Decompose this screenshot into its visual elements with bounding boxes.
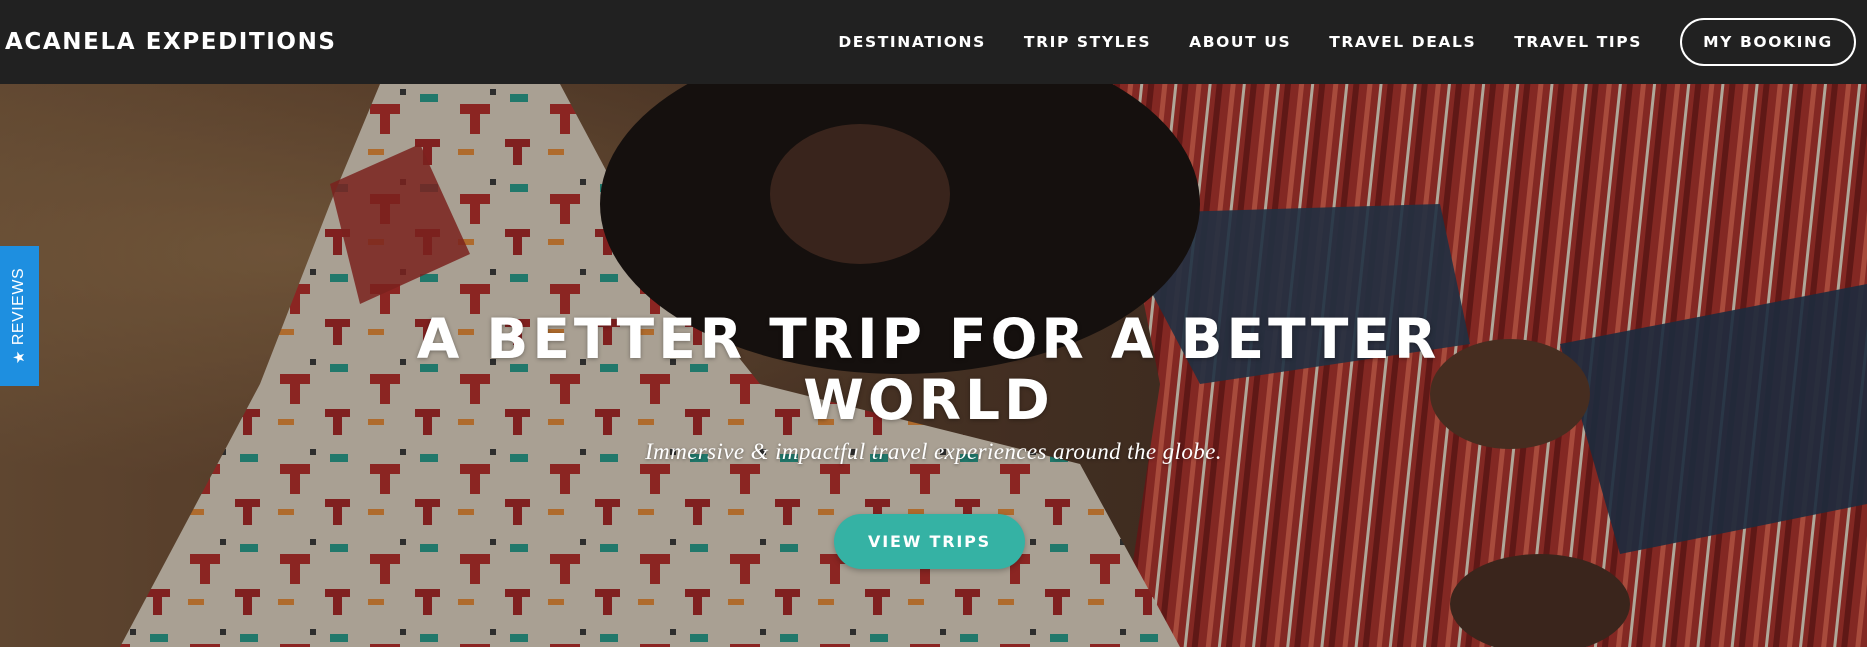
hero-subtitle: Immersive & impactful travel experiences…: [645, 439, 1222, 464]
page: ACANELA EXPEDITIONS DESTINATIONS TRIP ST…: [0, 0, 1867, 647]
hero-title: A BETTER TRIP FOR A BETTER WORLD: [416, 307, 1441, 432]
reviews-tab-content: ★ REVIEWS: [11, 268, 29, 364]
nav-destinations[interactable]: DESTINATIONS: [838, 33, 986, 51]
nav-trip-styles[interactable]: TRIP STYLES: [1024, 33, 1151, 51]
hero-section: A BETTER TRIP FOR A BETTER WORLD Immersi…: [0, 84, 1867, 647]
my-booking-button[interactable]: MY BOOKING: [1680, 18, 1856, 66]
view-trips-button[interactable]: VIEW TRIPS: [834, 514, 1025, 569]
main-nav: DESTINATIONS TRIP STYLES ABOUT US TRAVEL…: [838, 0, 1856, 84]
nav-about-us[interactable]: ABOUT US: [1189, 33, 1291, 51]
reviews-tab[interactable]: ★ REVIEWS: [0, 246, 39, 386]
star-icon: ★: [11, 350, 29, 365]
nav-travel-deals[interactable]: TRAVEL DEALS: [1329, 33, 1476, 51]
reviews-tab-label: REVIEWS: [10, 267, 28, 346]
site-logo[interactable]: ACANELA EXPEDITIONS: [5, 29, 337, 55]
hero-content: A BETTER TRIP FOR A BETTER WORLD Immersi…: [0, 84, 1867, 647]
nav-travel-tips[interactable]: TRAVEL TIPS: [1514, 33, 1642, 51]
site-header: ACANELA EXPEDITIONS DESTINATIONS TRIP ST…: [0, 0, 1867, 84]
